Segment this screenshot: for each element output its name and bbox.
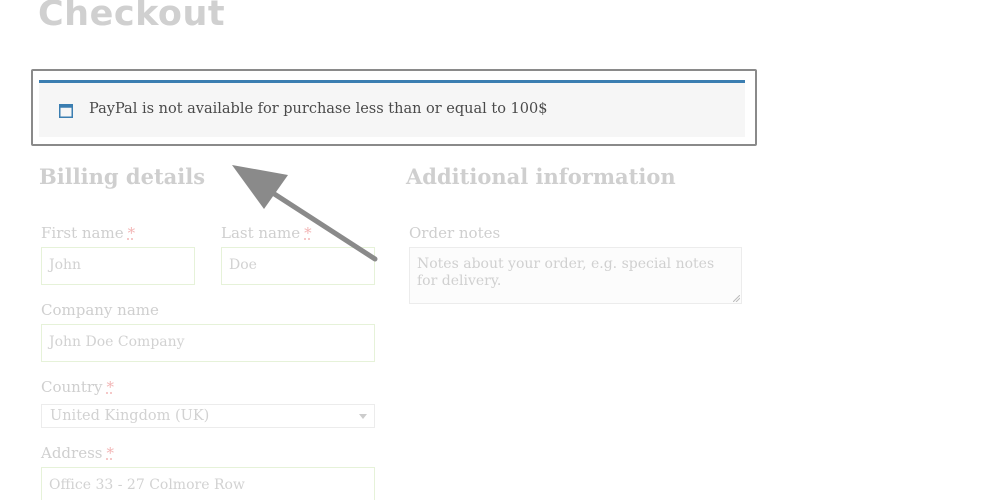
required-marker: * <box>304 224 312 242</box>
address-label: Address * <box>41 444 114 462</box>
order-notes-textarea[interactable]: Notes about your order, e.g. special not… <box>409 247 742 304</box>
last-name-field[interactable]: Doe <box>221 247 375 285</box>
country-select[interactable]: United Kingdom (UK) <box>41 404 375 428</box>
company-name-label: Company name <box>41 301 159 319</box>
last-name-label: Last name * <box>221 224 312 242</box>
address-field[interactable]: Office 33 - 27 Colmore Row <box>41 467 375 500</box>
resize-handle-icon[interactable] <box>733 295 740 302</box>
chevron-down-icon <box>359 414 367 419</box>
order-notes-placeholder: Notes about your order, e.g. special not… <box>417 256 715 289</box>
company-name-field[interactable]: John Doe Company <box>41 324 375 362</box>
first-name-label: First name * <box>41 224 136 242</box>
first-name-field[interactable]: John <box>41 247 195 285</box>
country-label: Country * <box>41 378 115 396</box>
additional-information-heading: Additional information <box>406 164 676 189</box>
required-marker: * <box>127 224 136 242</box>
order-notes-label: Order notes <box>409 224 501 242</box>
required-marker: * <box>106 444 114 462</box>
required-marker: * <box>106 378 115 396</box>
billing-details-heading: Billing details <box>39 164 206 189</box>
notice-highlight-box <box>31 69 757 146</box>
country-selected-value: United Kingdom (UK) <box>50 408 210 424</box>
page-title: Checkout <box>38 0 226 34</box>
